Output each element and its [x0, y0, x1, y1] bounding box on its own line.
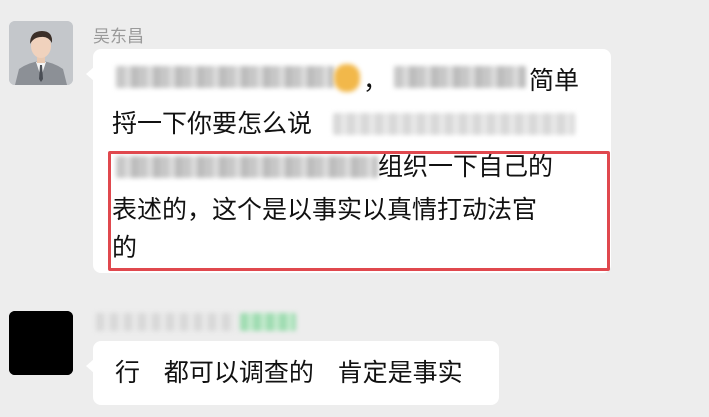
- sender-avatar[interactable]: [9, 311, 73, 375]
- message-text-line: 简单: [529, 66, 580, 95]
- highlight-box: [108, 151, 610, 271]
- message-text-line: ，: [363, 66, 389, 95]
- sender-name: 吴东昌: [93, 27, 144, 47]
- redacted-sender-tag: [240, 313, 296, 331]
- redacted-sender-name: [96, 313, 236, 331]
- redacted-emoji: [334, 64, 360, 92]
- sender-avatar[interactable]: [9, 21, 73, 85]
- redacted-text: [333, 113, 575, 135]
- redacted-text: [394, 66, 526, 88]
- black-avatar-icon: [9, 311, 73, 375]
- chat-area: 吴东昌 ， 简单 捋一下你要怎么说 组织一下自己的 表述的，这个是以事实以真情打…: [0, 0, 709, 417]
- message-text: 行 都可以调查的 肯定是事实: [115, 358, 463, 387]
- person-portrait-icon: [9, 21, 73, 85]
- redacted-text: [116, 66, 334, 88]
- message-text-line: 捋一下你要怎么说: [112, 109, 313, 138]
